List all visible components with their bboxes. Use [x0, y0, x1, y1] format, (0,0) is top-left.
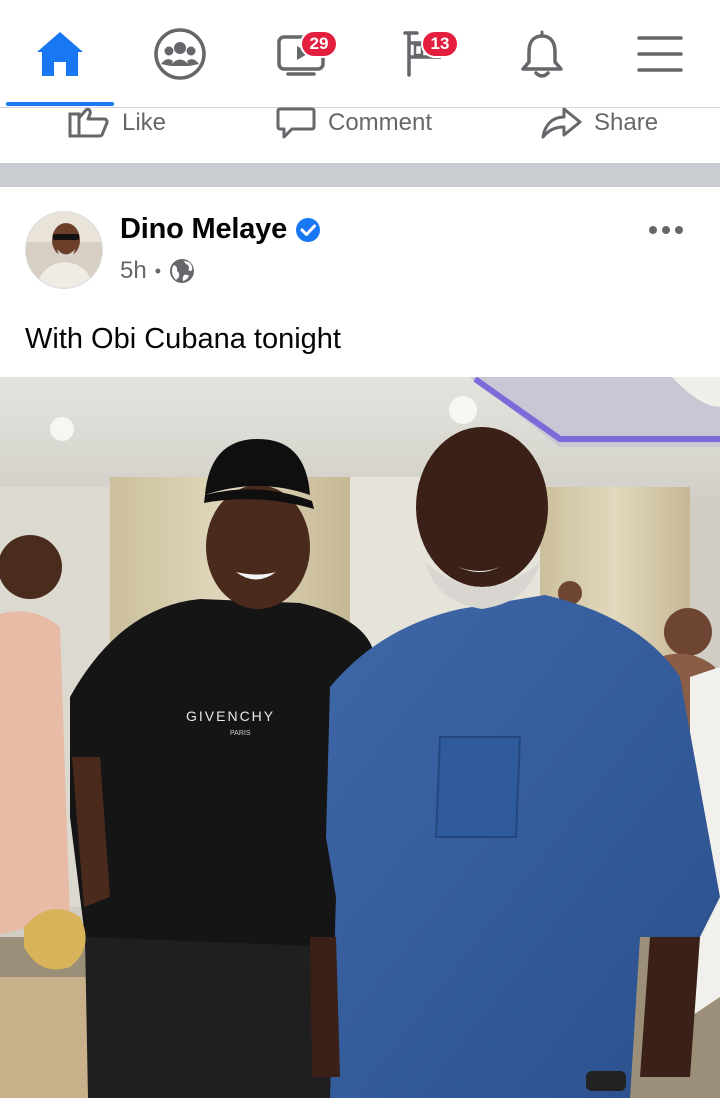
post-author[interactable]: Dino Melaye — [120, 213, 321, 246]
comment-button[interactable]: Comment — [276, 107, 433, 139]
post-meta: 5h • — [120, 257, 195, 285]
meta-separator: • — [154, 260, 162, 281]
shirt-brand-text: GIVENCHY — [186, 708, 275, 724]
post-time[interactable]: 5h — [120, 257, 147, 285]
marketplace-badge: 13 — [421, 30, 459, 58]
nav-tab-menu[interactable] — [620, 0, 700, 108]
active-tab-indicator — [6, 102, 114, 106]
share-arrow-icon — [541, 107, 582, 139]
shirt-brand-subtext: PARIS — [230, 730, 251, 737]
author-name[interactable]: Dino Melaye — [120, 213, 287, 246]
nav-tab-groups[interactable] — [140, 0, 220, 108]
nav-tab-notifications[interactable] — [502, 0, 582, 108]
avatar-photo — [26, 212, 102, 288]
top-navigation-bar: 29 13 — [0, 0, 720, 108]
globe-icon — [170, 259, 195, 283]
previous-post-action-bar: Like Comment Share — [0, 107, 720, 163]
feed-separator — [0, 163, 720, 187]
post-options-button[interactable] — [648, 223, 684, 241]
more-horizontal-icon — [649, 226, 683, 234]
like-thumb-icon — [68, 108, 109, 138]
nav-tab-home[interactable] — [20, 0, 100, 108]
comment-label: Comment — [328, 109, 433, 136]
post-photo[interactable]: GIVENCHY PARIS — [0, 377, 720, 1098]
post-text: With Obi Cubana tonight — [25, 323, 341, 355]
post-photo-image: GIVENCHY PARIS — [0, 377, 720, 1098]
watch-badge: 29 — [300, 30, 338, 58]
share-label: Share — [594, 109, 659, 136]
notifications-bell-icon — [521, 30, 563, 78]
like-label: Like — [122, 109, 167, 136]
like-button[interactable]: Like — [68, 108, 166, 138]
author-avatar[interactable] — [25, 211, 103, 289]
home-icon — [37, 32, 83, 76]
groups-icon — [154, 28, 206, 80]
verified-badge-icon — [296, 217, 321, 242]
feed-post: Dino Melaye 5h • With Obi Cubana tonight — [0, 187, 720, 1098]
share-button[interactable]: Share — [540, 107, 659, 139]
menu-hamburger-icon — [637, 36, 683, 72]
comment-bubble-icon — [276, 107, 316, 139]
